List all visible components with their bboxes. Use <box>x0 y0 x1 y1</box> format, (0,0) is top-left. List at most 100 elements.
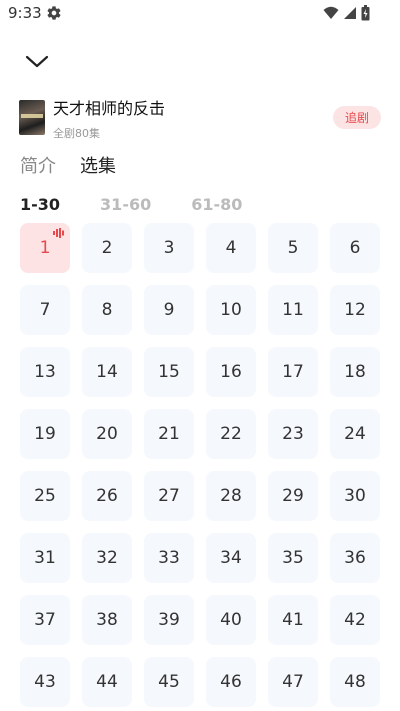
episode-number: 45 <box>158 672 180 692</box>
episode-number: 23 <box>282 424 304 444</box>
episode-count: 全剧80集 <box>53 127 100 140</box>
episode-cell[interactable]: 44 <box>82 657 132 707</box>
sound-wave-icon <box>53 228 64 238</box>
follow-button[interactable]: 追剧 <box>333 106 381 129</box>
episode-cell[interactable]: 30 <box>330 471 380 521</box>
episode-number: 15 <box>158 362 180 382</box>
episode-cell[interactable]: 38 <box>82 595 132 645</box>
episode-number: 8 <box>101 300 113 320</box>
episode-number: 32 <box>96 548 118 568</box>
episode-cell[interactable]: 20 <box>82 409 132 459</box>
episode-cell[interactable]: 26 <box>82 471 132 521</box>
episode-number: 19 <box>34 424 56 444</box>
range-31-60[interactable]: 31-60 <box>100 195 151 214</box>
episode-cell[interactable]: 25 <box>20 471 70 521</box>
episode-cell[interactable]: 46 <box>206 657 256 707</box>
episode-cell[interactable]: 6 <box>330 223 380 273</box>
episode-cell[interactable]: 18 <box>330 347 380 397</box>
episode-cell[interactable]: 19 <box>20 409 70 459</box>
episode-number: 14 <box>96 362 118 382</box>
episode-cell[interactable]: 8 <box>82 285 132 335</box>
episode-cell[interactable]: 1 <box>20 223 70 273</box>
episode-cell[interactable]: 28 <box>206 471 256 521</box>
episode-cell[interactable]: 15 <box>144 347 194 397</box>
episode-cell[interactable]: 34 <box>206 533 256 583</box>
episode-cell[interactable]: 23 <box>268 409 318 459</box>
episode-cell[interactable]: 7 <box>20 285 70 335</box>
episode-cell[interactable]: 41 <box>268 595 318 645</box>
episode-number: 27 <box>158 486 180 506</box>
episode-number: 9 <box>163 300 175 320</box>
episode-number: 13 <box>34 362 56 382</box>
episode-number: 38 <box>96 610 118 630</box>
episode-cell[interactable]: 48 <box>330 657 380 707</box>
episode-cell[interactable]: 22 <box>206 409 256 459</box>
episode-cell[interactable]: 16 <box>206 347 256 397</box>
episode-number: 4 <box>225 238 237 258</box>
range-61-80[interactable]: 61-80 <box>191 195 242 214</box>
range-1-30[interactable]: 1-30 <box>20 195 60 214</box>
episode-number: 46 <box>220 672 242 692</box>
episode-number: 18 <box>344 362 366 382</box>
status-time: 9:33 <box>8 4 42 22</box>
episode-cell[interactable]: 40 <box>206 595 256 645</box>
episode-number: 42 <box>344 610 366 630</box>
episode-cell[interactable]: 36 <box>330 533 380 583</box>
episode-cell[interactable]: 45 <box>144 657 194 707</box>
episode-cell[interactable]: 39 <box>144 595 194 645</box>
episode-cell[interactable]: 14 <box>82 347 132 397</box>
episode-number: 11 <box>282 300 304 320</box>
episode-cell[interactable]: 3 <box>144 223 194 273</box>
episode-number: 5 <box>287 238 299 258</box>
episode-cell[interactable]: 27 <box>144 471 194 521</box>
episode-cell[interactable]: 47 <box>268 657 318 707</box>
episode-cell[interactable]: 4 <box>206 223 256 273</box>
episode-cell[interactable]: 24 <box>330 409 380 459</box>
episode-cell[interactable]: 9 <box>144 285 194 335</box>
tab-intro[interactable]: 简介 <box>20 152 56 178</box>
episode-cell[interactable]: 11 <box>268 285 318 335</box>
episode-number: 7 <box>39 300 51 320</box>
episode-cell[interactable]: 2 <box>82 223 132 273</box>
episode-number: 24 <box>344 424 366 444</box>
episode-number: 39 <box>158 610 180 630</box>
episode-cell[interactable]: 13 <box>20 347 70 397</box>
episode-number: 35 <box>282 548 304 568</box>
episode-number: 2 <box>101 238 113 258</box>
episode-number: 16 <box>220 362 242 382</box>
episode-cell[interactable]: 37 <box>20 595 70 645</box>
episode-number: 30 <box>344 486 366 506</box>
drama-header: 天才相师的反击 全剧80集 追剧 <box>19 98 381 142</box>
episode-number: 33 <box>158 548 180 568</box>
episode-number: 25 <box>34 486 56 506</box>
episode-cell[interactable]: 12 <box>330 285 380 335</box>
episode-cell[interactable]: 33 <box>144 533 194 583</box>
episode-cell[interactable]: 29 <box>268 471 318 521</box>
signal-icon <box>344 7 356 19</box>
episode-number: 17 <box>282 362 304 382</box>
tab-bar: 简介 选集 <box>20 152 116 178</box>
episode-number: 31 <box>34 548 56 568</box>
episode-number: 28 <box>220 486 242 506</box>
episode-number: 36 <box>344 548 366 568</box>
episode-cell[interactable]: 21 <box>144 409 194 459</box>
episode-number: 22 <box>220 424 242 444</box>
episode-number: 3 <box>163 238 175 258</box>
episode-number: 40 <box>220 610 242 630</box>
chevron-down-icon[interactable] <box>24 50 50 72</box>
wifi-icon <box>323 6 339 19</box>
episode-cell[interactable]: 10 <box>206 285 256 335</box>
episode-number: 44 <box>96 672 118 692</box>
episode-cell[interactable]: 17 <box>268 347 318 397</box>
episode-cell[interactable]: 31 <box>20 533 70 583</box>
episode-cell[interactable]: 42 <box>330 595 380 645</box>
episode-number: 6 <box>349 238 361 258</box>
tab-episodes[interactable]: 选集 <box>80 152 116 178</box>
episode-number: 1 <box>39 238 51 258</box>
episode-cell[interactable]: 32 <box>82 533 132 583</box>
episode-number: 26 <box>96 486 118 506</box>
episode-number: 47 <box>282 672 304 692</box>
episode-cell[interactable]: 43 <box>20 657 70 707</box>
episode-cell[interactable]: 5 <box>268 223 318 273</box>
episode-cell[interactable]: 35 <box>268 533 318 583</box>
